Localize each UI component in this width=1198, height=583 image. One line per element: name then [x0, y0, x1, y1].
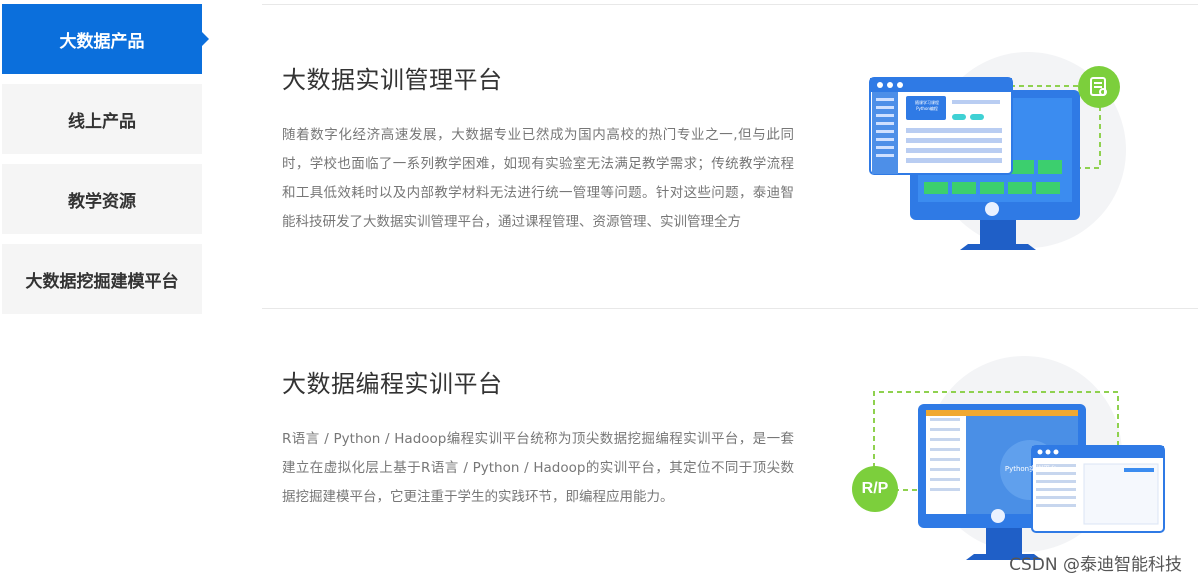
sidebar-item-bigdata-products[interactable]: 大数据产品: [2, 4, 209, 74]
section-title[interactable]: 大数据编程实训平台: [282, 364, 794, 399]
sidebar-item-online-products[interactable]: 线上产品: [2, 84, 202, 154]
section-description: R语言 / Python / Hadoop编程实训平台统称为顶尖数据挖掘编程实训…: [282, 431, 794, 505]
screen-caption: Python编程: [916, 106, 938, 111]
section-title[interactable]: 大数据实训管理平台: [282, 60, 794, 95]
programming-platform-illustration: Python实训平台 R/P: [848, 356, 1168, 576]
product-section-training-management: 大数据实训管理平台 随着数字化经济高速发展，大数据专业已然成为国内高校的热门专业…: [282, 60, 794, 237]
divider: [262, 308, 1198, 309]
screen-heading: 随课学习课程: [915, 100, 939, 105]
sidebar-item-mining-platform[interactable]: 大数据挖掘建模平台: [2, 244, 202, 314]
rp-badge: R/P: [852, 466, 898, 512]
divider: [262, 4, 1198, 5]
report-icon: [1078, 66, 1120, 108]
watermark: CSDN @泰迪智能科技: [1009, 555, 1182, 575]
training-platform-illustration: 随课学习课程 Python编程: [860, 52, 1140, 262]
product-section-programming-training: 大数据编程实训平台 R语言 / Python / Hadoop编程实训平台统称为…: [282, 364, 794, 512]
screen-caption: Python实训平台: [1004, 465, 1058, 473]
section-description: 随着数字化经济高速发展，大数据专业已然成为国内高校的热门专业之一,但与此同时，学…: [282, 127, 794, 230]
sidebar-item-teaching-resources[interactable]: 教学资源: [2, 164, 202, 234]
sidebar-nav: 大数据产品 线上产品 教学资源 大数据挖掘建模平台: [2, 4, 209, 324]
